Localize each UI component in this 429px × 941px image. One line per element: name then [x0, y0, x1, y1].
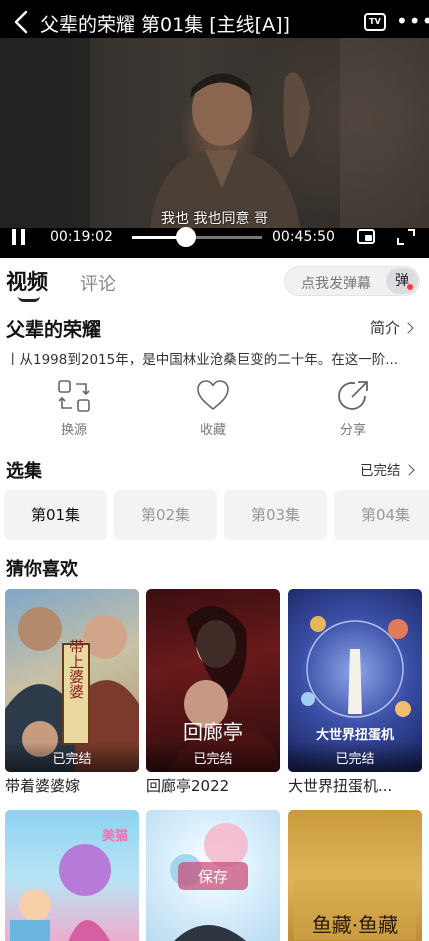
switch-source-button[interactable]: 换源: [39, 378, 109, 438]
show-description[interactable]: 丨从1998到2015年，是中国林业沧桑巨变的二十年。在这一阶...: [6, 348, 424, 368]
danmu-toggle-button[interactable]: 弹: [386, 268, 418, 294]
poster-title-text: 保存: [198, 868, 228, 886]
episodes-title: 选集: [6, 461, 42, 482]
tab-video[interactable]: 视频: [6, 266, 48, 296]
card-title: 大世界扭蛋机...: [288, 777, 393, 795]
poster-art: 美猫: [10, 828, 128, 941]
chevron-right-icon: [402, 464, 415, 476]
poster-title-text: 回廊亭: [183, 720, 243, 744]
poster-image: 带上婆婆 已完结: [5, 589, 139, 772]
episode-item[interactable]: 第04集: [334, 490, 429, 540]
episode-item[interactable]: 第03集: [224, 490, 327, 540]
tab-comment[interactable]: 评论: [80, 270, 116, 296]
recommend-card[interactable]: 大世界扭蛋机 已完结 大世界扭蛋机...: [288, 589, 422, 799]
tv-cast-icon[interactable]: TV: [364, 13, 386, 31]
video-player[interactable]: 父辈的荣耀 第01集 [主线[A]] TV ••• 我也 我也同意 哥 00:1…: [0, 0, 429, 258]
switch-source-icon: [58, 380, 90, 412]
recommend-card[interactable]: 美猫: [5, 810, 139, 941]
switch-source-label: 换源: [60, 423, 87, 438]
episode-title: 父辈的荣耀 第01集 [主线[A]]: [40, 14, 290, 36]
chevron-right-icon: [402, 322, 414, 334]
episodes-status: 已完结: [360, 463, 401, 479]
more-icon[interactable]: •••: [396, 11, 429, 31]
recommend-card[interactable]: 鱼藏·鱼藏: [288, 810, 422, 941]
recommend-card[interactable]: 回廊亭 已完结 回廊亭2022: [146, 589, 280, 799]
poster-art: 鱼藏·鱼藏: [294, 880, 416, 940]
poster-art: 保存: [170, 823, 248, 941]
favorite-button[interactable]: 收藏: [178, 378, 248, 438]
video-frame[interactable]: [0, 38, 429, 228]
episodes-status-link[interactable]: 已完结: [360, 459, 415, 479]
pause-icon[interactable]: [12, 229, 26, 245]
share-label: 分享: [339, 423, 366, 438]
recommend-card[interactable]: 保存: [146, 810, 280, 941]
poster-image: 回廊亭 已完结: [146, 589, 280, 772]
status-badge: 已完结: [288, 742, 422, 772]
poster-title-text: 大世界扭蛋机: [316, 727, 394, 743]
episode-item[interactable]: 第01集: [4, 490, 107, 540]
card-title: 回廊亭2022: [146, 777, 230, 795]
danmu-input[interactable]: 点我发弹幕 弹: [284, 266, 420, 296]
intro-link[interactable]: 简介: [370, 317, 414, 338]
duration: 00:45:50: [272, 229, 335, 245]
heart-icon: [197, 380, 229, 410]
status-badge: 已完结: [146, 742, 280, 772]
episode-item[interactable]: 第02集: [114, 490, 217, 540]
intro-label: 简介: [370, 319, 401, 337]
content-tabs: 视频 评论 点我发弹幕 弹: [0, 262, 429, 306]
progress-knob[interactable]: [175, 227, 196, 247]
fullscreen-icon[interactable]: [397, 229, 415, 245]
show-title: 父辈的荣耀: [6, 319, 102, 341]
tab-active-indicator: [18, 296, 40, 302]
player-top-bar: 父辈的荣耀 第01集 [主线[A]] TV •••: [0, 0, 429, 44]
video-subtitle: 我也 我也同意 哥: [161, 211, 268, 227]
back-icon[interactable]: [10, 9, 34, 35]
danmu-placeholder: 点我发弹幕: [301, 276, 371, 292]
status-badge: 已完结: [5, 742, 139, 772]
card-title: 带着婆婆嫁: [5, 777, 81, 795]
recommend-card[interactable]: 带上婆婆 已完结 带着婆婆嫁: [5, 589, 139, 799]
poster-title-text: 美猫: [102, 828, 128, 844]
player-controls: 00:19:02 00:45:50: [0, 226, 429, 248]
video-scene: [0, 38, 429, 228]
progress-slider[interactable]: [132, 227, 262, 247]
share-icon: [338, 381, 368, 410]
current-time: 00:19:02: [50, 229, 113, 245]
share-button[interactable]: 分享: [318, 378, 388, 438]
picture-in-picture-icon[interactable]: [357, 229, 375, 244]
poster-image: 大世界扭蛋机 已完结: [288, 589, 422, 772]
favorite-label: 收藏: [199, 423, 226, 438]
poster-title-text: 带上婆婆: [67, 639, 85, 699]
poster-title-text: 鱼藏·鱼藏: [312, 913, 398, 937]
recommend-title: 猜你喜欢: [6, 559, 78, 580]
